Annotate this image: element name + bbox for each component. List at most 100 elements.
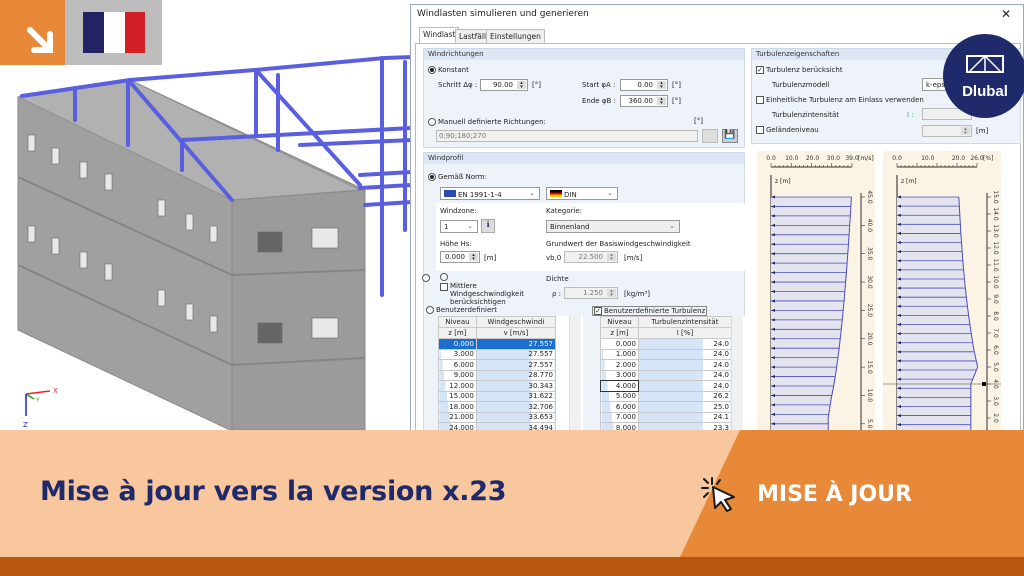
column-header[interactable]: Niveau — [438, 316, 477, 328]
table-row[interactable]: 0.000 24.0 — [600, 338, 733, 350]
z-tick-label: 20.0 — [866, 332, 873, 346]
gelaende-checkbox[interactable]: Geländeniveau — [756, 126, 819, 134]
update-cta[interactable]: MISE À JOUR — [757, 482, 912, 507]
wind-table[interactable]: Niveau Windgeschwindi z [m] v [m/s] 0.000 27.… — [438, 316, 583, 436]
save-icon[interactable]: 💾 — [722, 129, 738, 143]
table-cell[interactable]: 27.557 — [475, 348, 557, 360]
table-cell[interactable]: 6.000 — [438, 359, 477, 371]
table-cell[interactable]: 9.000 — [438, 369, 477, 381]
annex-select[interactable]: DIN ⌄ — [546, 187, 618, 200]
table-cell[interactable]: 31.622 — [475, 390, 557, 402]
column-header[interactable]: z [m] — [438, 327, 477, 339]
norm-select[interactable]: EN 1991-1-4 ⌄ — [440, 187, 540, 200]
label: Benutzerdefinierte Turbulenz — [604, 307, 706, 315]
table-cell[interactable]: 12.000 — [438, 380, 477, 392]
table-row[interactable]: 6.000 25.0 — [600, 401, 733, 413]
scrollbar[interactable] — [569, 316, 581, 433]
table-cell[interactable]: 25.0 — [637, 401, 733, 413]
table-cell[interactable]: 24.0 — [637, 338, 733, 350]
scrollbar[interactable] — [731, 316, 743, 433]
x-tick-label: 39.0 — [845, 155, 859, 162]
table-cell[interactable]: 24.0 — [637, 348, 733, 360]
vb0-input[interactable]: 22.500 ▴ ▾ — [564, 251, 618, 263]
table-row[interactable]: 3.000 27.557 — [438, 348, 557, 360]
kategorie-select[interactable]: Binnenland ⌄ — [546, 220, 680, 233]
selected-point — [982, 382, 986, 386]
windzone-label: Windzone: — [440, 207, 477, 215]
radio-option[interactable] — [440, 273, 448, 281]
label: Manuell definierte Richtungen: — [438, 118, 546, 126]
table-row[interactable]: 6.000 27.557 — [438, 359, 557, 371]
table-cell[interactable]: 0.000 — [438, 338, 477, 350]
close-icon[interactable]: ✕ — [1001, 7, 1011, 21]
table-row[interactable]: 7.000 24.1 — [600, 411, 733, 423]
table-row[interactable]: 3.000 24.0 — [600, 369, 733, 381]
z-tick-label: 5.0 — [866, 419, 873, 429]
tab-einstellungen[interactable]: Einstellungen — [486, 29, 545, 43]
radio-manuell[interactable]: Manuell definierte Richtungen: — [428, 118, 546, 126]
column-header[interactable]: Turbulenzintensität — [637, 316, 733, 328]
start-input[interactable]: 0.00 ▴ ▾ — [620, 79, 668, 91]
table-cell[interactable]: 32.706 — [475, 401, 557, 413]
radio-gemaess-norm[interactable]: Gemäß Norm: — [428, 173, 487, 181]
table-cell[interactable]: 24.0 — [637, 359, 733, 371]
table-cell[interactable]: 24.1 — [637, 411, 733, 423]
info-icon[interactable]: ℹ — [481, 219, 495, 233]
load-icon[interactable] — [702, 129, 718, 143]
table-row[interactable]: 15.000 31.622 — [438, 390, 557, 402]
table-cell[interactable]: 1.000 — [600, 348, 639, 360]
table-cell[interactable]: 5.000 — [600, 390, 639, 402]
column-header[interactable]: v [m/s] — [475, 327, 557, 339]
table-row[interactable]: 9.000 28.770 — [438, 369, 557, 381]
table-cell[interactable]: 30.343 — [475, 380, 557, 392]
tab-windlast[interactable]: Windlast — [419, 27, 460, 43]
turbulenz-checkbox[interactable]: ✓ Turbulenz berücksicht — [756, 66, 843, 74]
column-header[interactable]: Windgeschwindi — [475, 316, 557, 328]
table-cell[interactable]: 0.000 — [600, 338, 639, 350]
table-cell[interactable]: 3.000 — [438, 348, 477, 360]
table-cell[interactable]: 18.000 — [438, 401, 477, 413]
benutzer-turbulenz-checkbox[interactable]: ✓ Benutzerdefinierte Turbulenz — [592, 306, 708, 316]
column-header[interactable]: Niveau — [600, 316, 639, 328]
table-row[interactable]: 18.000 32.706 — [438, 401, 557, 413]
table-row[interactable]: 0.000 27.557 — [438, 338, 557, 350]
radio-benutzerdefiniert[interactable]: Benutzerdefiniert — [426, 306, 497, 314]
table-cell[interactable]: 28.770 — [475, 369, 557, 381]
column-header[interactable]: z [m] — [600, 327, 639, 339]
unit-kgm3: [kg/m³] — [624, 290, 650, 298]
ende-input[interactable]: 360.00 ▴ ▾ — [620, 95, 668, 107]
table-cell[interactable]: 33.653 — [475, 411, 557, 423]
hoehe-input[interactable]: 0.000 ▴ ▾ — [440, 251, 480, 263]
table-cell[interactable]: 26.2 — [637, 390, 733, 402]
rho-input[interactable]: 1.250 ▴ ▾ — [564, 287, 618, 299]
table-cell[interactable]: 15.000 — [438, 390, 477, 402]
table-cell[interactable]: 6.000 — [600, 401, 639, 413]
table-row[interactable]: 1.000 24.0 — [600, 348, 733, 360]
label: Benutzerdefiniert — [436, 306, 497, 314]
table-row[interactable]: 2.000 24.0 — [600, 359, 733, 371]
column-header[interactable]: I [%] — [637, 327, 733, 339]
gelaende-input[interactable]: ▴ ▾ — [922, 125, 972, 137]
table-cell[interactable]: 4.000 — [599, 379, 640, 392]
table-row[interactable]: 12.000 30.343 — [438, 380, 557, 392]
table-cell[interactable]: 27.557 — [475, 359, 557, 371]
ende-label: Ende φB : — [582, 97, 616, 105]
table-cell[interactable]: 7.000 — [600, 411, 639, 423]
table-row[interactable]: 21.000 33.653 — [438, 411, 557, 423]
turbulence-table[interactable]: Niveau Turbulenzintensität z [m] I [%] 0.000… — [599, 316, 745, 436]
table-row[interactable]: 4.000 24.0 — [599, 379, 733, 392]
einheitlich-checkbox[interactable]: Einheitliche Turbulenz am Einlass verwen… — [756, 96, 924, 104]
manuell-input[interactable]: 0;90;180;270 — [436, 130, 698, 142]
mittlere-checkbox[interactable] — [440, 283, 448, 291]
table-cell[interactable]: 21.000 — [438, 411, 477, 423]
windzone-select[interactable]: 1 ⌄ — [440, 220, 478, 233]
table-cell[interactable]: 3.000 — [600, 369, 639, 381]
table-cell[interactable]: 27.557 — [475, 338, 557, 350]
radio-konstant[interactable]: Konstant — [428, 66, 469, 74]
table-cell[interactable]: 24.0 — [637, 380, 733, 392]
schritt-input[interactable]: 90.00 ▴ ▾ — [480, 79, 528, 91]
radio-option[interactable] — [422, 274, 430, 282]
table-row[interactable]: 5.000 26.2 — [600, 390, 733, 402]
table-cell[interactable]: 2.000 — [600, 359, 639, 371]
table-cell[interactable]: 24.0 — [637, 369, 733, 381]
